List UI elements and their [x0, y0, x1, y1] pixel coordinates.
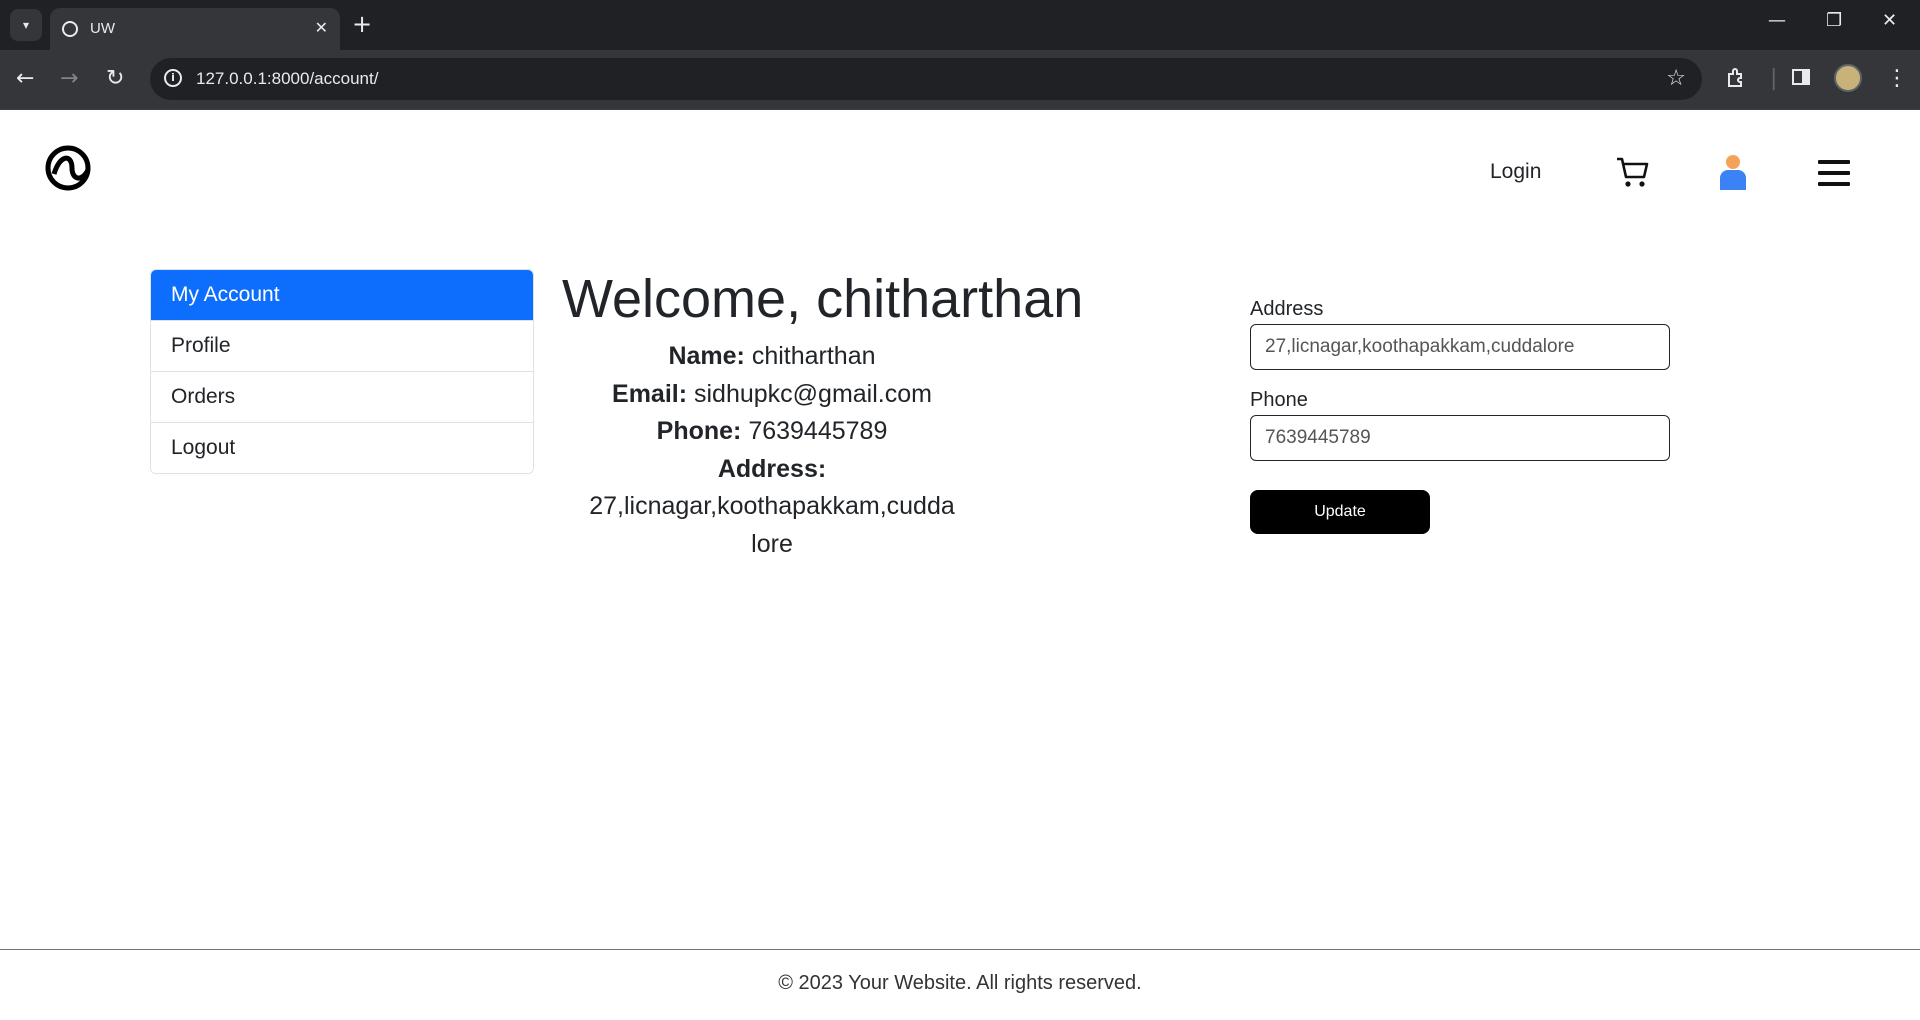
close-window-icon[interactable]: ✕ [1882, 10, 1897, 31]
address-value-line1: 27,licnagar,koothapakkam,cudda [589, 492, 955, 520]
address-label: Address: [717, 454, 827, 483]
phone-field[interactable] [1250, 415, 1670, 461]
email-label: Email: [612, 379, 688, 408]
kebab-menu-icon[interactable]: ⋮ [1886, 66, 1908, 92]
sidebar-item-logout[interactable]: Logout [151, 422, 533, 473]
site-info-icon[interactable]: i [164, 69, 182, 87]
restore-icon[interactable]: ❐ [1826, 10, 1842, 31]
side-panel-icon[interactable] [1790, 66, 1812, 95]
new-tab-icon[interactable]: + [352, 10, 372, 38]
hamburger-menu-icon[interactable] [1818, 160, 1850, 186]
address-bar[interactable]: i 127.0.0.1:8000/account/ ☆ [150, 58, 1702, 100]
info-phone-row: Phone: 7639445789 [562, 413, 982, 451]
profile-avatar[interactable] [1834, 64, 1862, 92]
phone-label: Phone: [656, 417, 742, 445]
sidebar-item-my-account[interactable]: My Account [151, 270, 533, 320]
url-text[interactable]: 127.0.0.1:8000/account/ [196, 69, 378, 89]
forward-arrow-icon[interactable]: → [60, 67, 78, 91]
info-email-row: Email: sidhupkc@gmail.com [562, 376, 982, 414]
name-value: chitharthan [751, 342, 876, 370]
favicon-icon [62, 21, 78, 37]
back-arrow-icon[interactable]: ← [16, 67, 34, 91]
chevron-down-icon[interactable]: ▾ [10, 9, 42, 41]
browser-toolbar: ← → ↻ i 127.0.0.1:8000/account/ ☆ | ⋮ [0, 50, 1920, 110]
address-field[interactable] [1250, 324, 1670, 370]
user-icon[interactable] [1718, 154, 1748, 190]
phone-field-label: Phone [1250, 389, 1308, 411]
sidebar-item-profile[interactable]: Profile [151, 320, 533, 371]
info-name-row: Name: chitharthan [562, 338, 982, 376]
account-sidebar: My Account Profile Orders Logout [150, 269, 534, 474]
address-value-line2: lore [751, 529, 793, 558]
email-value: sidhupkc@gmail.com [694, 379, 932, 408]
close-tab-icon[interactable]: ✕ [315, 18, 328, 37]
reload-icon[interactable]: ↻ [106, 67, 124, 91]
puzzle-icon[interactable] [1724, 66, 1748, 97]
account-info: Name: chitharthan Email: sidhupkc@gmail.… [562, 338, 982, 563]
minimize-icon[interactable]: — [1768, 10, 1786, 31]
address-field-label: Address [1250, 298, 1324, 320]
tab-title: UW [90, 20, 115, 37]
welcome-heading: Welcome, chitharthan [562, 269, 1084, 329]
browser-tabstrip: ▾ UW ✕ + — ❐ ✕ [0, 0, 1920, 50]
footer-divider [0, 949, 1920, 950]
footer-copyright: © 2023 Your Website. All rights reserved… [778, 972, 1142, 994]
bookmark-star-icon[interactable]: ☆ [1666, 66, 1686, 91]
page: Login My Account Profile Orders Logout W… [0, 110, 1920, 1020]
phone-value: 7639445789 [748, 417, 888, 445]
update-button[interactable]: Update [1250, 490, 1430, 534]
update-form: Address Phone Update [1250, 298, 1670, 534]
cart-icon[interactable] [1616, 156, 1650, 188]
sidebar-item-orders[interactable]: Orders [151, 371, 533, 422]
toolbar-divider: | [1770, 66, 1778, 91]
name-label: Name: [668, 342, 745, 370]
site-logo-icon[interactable] [44, 144, 92, 192]
login-link[interactable]: Login [1490, 160, 1541, 184]
browser-tab[interactable]: UW ✕ [50, 8, 340, 50]
